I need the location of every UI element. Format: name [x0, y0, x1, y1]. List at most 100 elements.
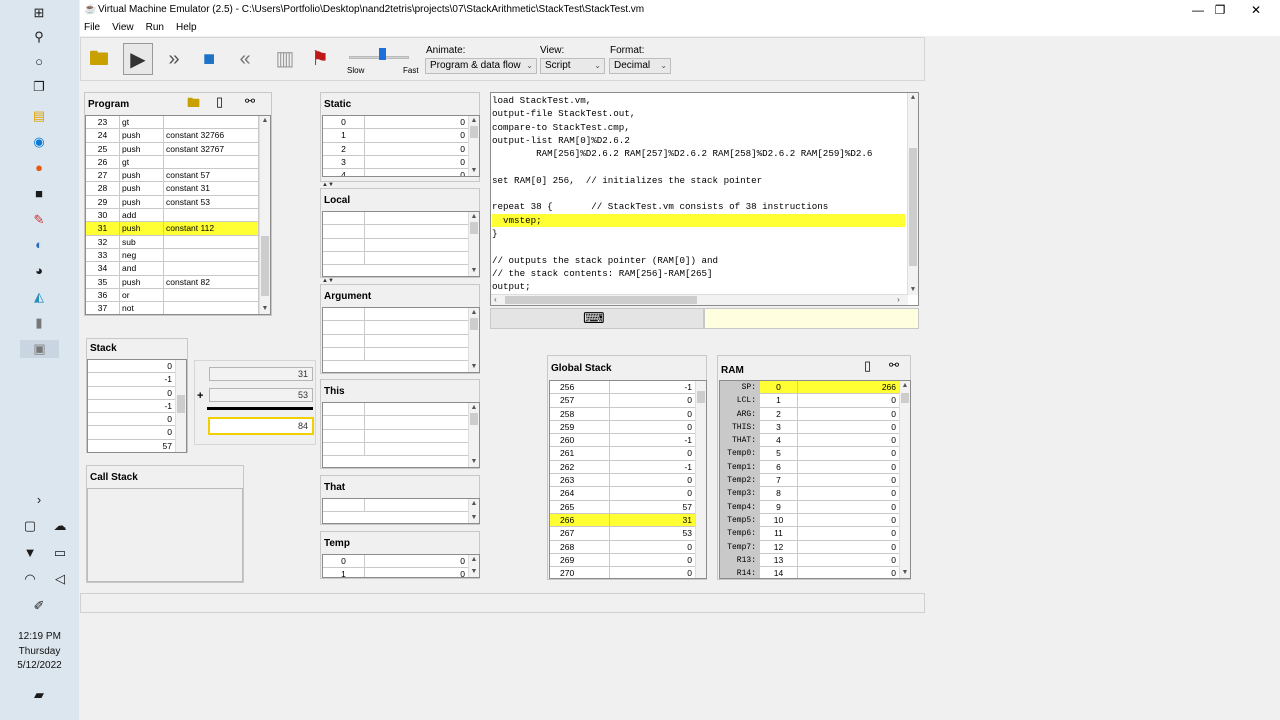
ram-row[interactable]: Temp2: 7 0 [720, 474, 910, 488]
global-stack-row[interactable]: 265 57 [550, 500, 706, 514]
chevron-right-icon[interactable]: › [29, 491, 49, 509]
ram-table[interactable]: SP: 0 266 LCL: 1 0 ARG: 2 0 THIS: 3 0 THAT: 4 0 Temp0: 5… [719, 380, 911, 579]
speed-slider[interactable]: Slow Fast [343, 42, 419, 80]
notifications-icon[interactable]: ▰ [29, 686, 49, 704]
temp-row[interactable]: 10 [323, 568, 479, 577]
view-select[interactable]: Script ⌄ [540, 58, 605, 74]
stack-row[interactable]: 0 [88, 386, 186, 400]
program-row[interactable]: 28 push constant 31 [86, 182, 270, 196]
program-row[interactable]: 35 push constant 82 [86, 275, 270, 289]
fast-forward-icon[interactable]: » [159, 43, 189, 75]
program-row[interactable]: 32 sub [86, 235, 270, 249]
scroll-right-icon[interactable]: › [896, 295, 901, 305]
binoculars-icon[interactable]: ⚯ [889, 358, 899, 372]
program-table[interactable]: 23 gt 24 push constant 32766 25 push constant 3… [85, 115, 271, 315]
global-stack-row[interactable]: 266 31 [550, 513, 706, 528]
script-icon[interactable]: ▥ [270, 43, 300, 75]
ram-row[interactable]: Temp7: 12 0 [720, 540, 910, 554]
ram-row[interactable]: R13: 13 0 [720, 553, 910, 568]
menu-help[interactable]: Help [176, 20, 197, 36]
global-stack-row[interactable]: 267 53 [550, 527, 706, 541]
ram-row[interactable]: Temp0: 5 0 [720, 447, 910, 461]
scroll-up-icon[interactable]: ▲ [469, 308, 479, 318]
scroll-up-icon[interactable]: ▲ [469, 116, 479, 126]
stack-row[interactable]: 0 [88, 413, 186, 427]
program-row[interactable]: 24 push constant 32766 [86, 129, 270, 143]
script-vertical-scrollbar[interactable]: ▲ ▼ [907, 93, 918, 295]
this-table[interactable]: ▲ ▼ [322, 402, 480, 468]
scroll-thumb[interactable] [505, 296, 697, 304]
pen-icon[interactable]: ✐ [29, 597, 49, 615]
program-row[interactable]: 25 push constant 32767 [86, 142, 270, 156]
scroll-left-icon[interactable]: ‹ [493, 295, 498, 305]
format-select[interactable]: Decimal ⌄ [609, 58, 671, 74]
scroll-up-icon[interactable]: ▲ [469, 555, 479, 565]
ram-scrollbar[interactable]: ▲ ▼ [899, 381, 910, 578]
maximize-icon[interactable]: ❐ [1202, 0, 1238, 20]
static-row[interactable]: 10 [323, 129, 479, 143]
temp-row[interactable]: 00 [323, 555, 479, 569]
argument-scrollbar[interactable]: ▲ ▼ [468, 308, 479, 372]
global-stack-row[interactable]: 269 0 [550, 553, 706, 568]
terminal-icon[interactable]: ■ [29, 185, 49, 203]
windows-start-icon[interactable]: ⊞ [29, 4, 49, 22]
stack-row[interactable]: -1 [88, 399, 186, 414]
scroll-down-icon[interactable]: ▼ [260, 304, 270, 314]
this-scrollbar[interactable]: ▲ ▼ [468, 403, 479, 467]
program-row[interactable]: 23 gt [86, 116, 270, 130]
wifi-icon[interactable]: ◠ [22, 570, 38, 588]
stop-icon[interactable]: ■ [194, 43, 224, 75]
ram-row[interactable]: Temp6: 11 0 [720, 527, 910, 541]
local-table[interactable]: ▲ ▼ [322, 211, 480, 277]
edge-icon[interactable]: ◉ [29, 133, 49, 151]
app-icon[interactable]: ✎ [29, 211, 49, 229]
keyboard-icon[interactable]: ⌨ [583, 310, 605, 328]
single-step-icon[interactable]: ▶ [123, 43, 153, 75]
scroll-down-icon[interactable]: ▼ [908, 285, 918, 295]
ram-row[interactable]: Temp3: 8 0 [720, 487, 910, 501]
scroll-up-icon[interactable]: ▲ [469, 403, 479, 413]
program-row[interactable]: 34 and [86, 262, 270, 276]
global-stack-row[interactable]: 261 0 [550, 447, 706, 461]
temp-scrollbar[interactable]: ▲ ▼ [468, 555, 479, 577]
volume-icon[interactable]: ◁ [52, 570, 68, 588]
ram-row[interactable]: ARG: 2 0 [720, 407, 910, 421]
static-row[interactable]: 00 [323, 116, 479, 130]
menu-view[interactable]: View [112, 20, 134, 36]
open-file-icon[interactable]: 🖿 [187, 94, 200, 116]
program-row[interactable]: 31 push constant 112 [86, 222, 270, 236]
script-view[interactable]: load StackTest.vm, output-file StackTest.… [490, 92, 919, 306]
argument-table[interactable]: ▲ ▼ [322, 307, 480, 373]
program-row[interactable]: 33 neg [86, 248, 270, 263]
ram-row[interactable]: SP: 0 266 [720, 381, 910, 395]
scroll-thumb[interactable] [177, 395, 185, 413]
animate-select[interactable]: Program & data flow ⌄ [425, 58, 537, 74]
global-stack-scrollbar[interactable] [695, 381, 706, 578]
that-scrollbar[interactable]: ▲ ▼ [468, 499, 479, 523]
stack-row[interactable]: 57 [88, 439, 186, 452]
that-table[interactable]: ▲ ▼ [322, 498, 480, 524]
clock-time[interactable]: 12:19 PM [0, 631, 79, 642]
static-row[interactable]: 30 [323, 155, 479, 170]
script-horizontal-scrollbar[interactable]: ‹ › [491, 294, 908, 305]
global-stack-row[interactable]: 258 0 [550, 407, 706, 421]
breakpoints-icon[interactable]: ⚑ [305, 43, 335, 75]
scroll-thumb[interactable] [470, 126, 478, 138]
stack-row[interactable]: 0 [88, 360, 186, 374]
slider-thumb[interactable] [379, 48, 386, 60]
program-row[interactable]: 29 push constant 53 [86, 195, 270, 210]
global-stack-row[interactable]: 260 -1 [550, 434, 706, 448]
task-view-icon[interactable]: ❐ [29, 78, 49, 96]
scroll-thumb[interactable] [697, 391, 705, 403]
microphone-icon[interactable]: ▼ [22, 544, 38, 562]
meet-icon[interactable]: ▢ [22, 517, 38, 535]
ram-row[interactable]: Temp4: 9 0 [720, 500, 910, 514]
global-stack-row[interactable]: 262 -1 [550, 460, 706, 475]
global-stack-table[interactable]: 256 -1 257 0 258 0 259 0 260 -1 261 0 262 -1 263 0 264 0 2… [549, 380, 707, 579]
scroll-up-icon[interactable]: ▲ [900, 381, 910, 391]
scroll-down-icon[interactable]: ▼ [900, 568, 910, 578]
stack-table[interactable]: 0 -1 0 -1 0 0 57 [87, 359, 187, 453]
app-icon[interactable]: ◐ [29, 236, 49, 254]
ram-row[interactable]: THIS: 3 0 [720, 420, 910, 435]
app-icon[interactable]: ◭ [29, 288, 49, 306]
